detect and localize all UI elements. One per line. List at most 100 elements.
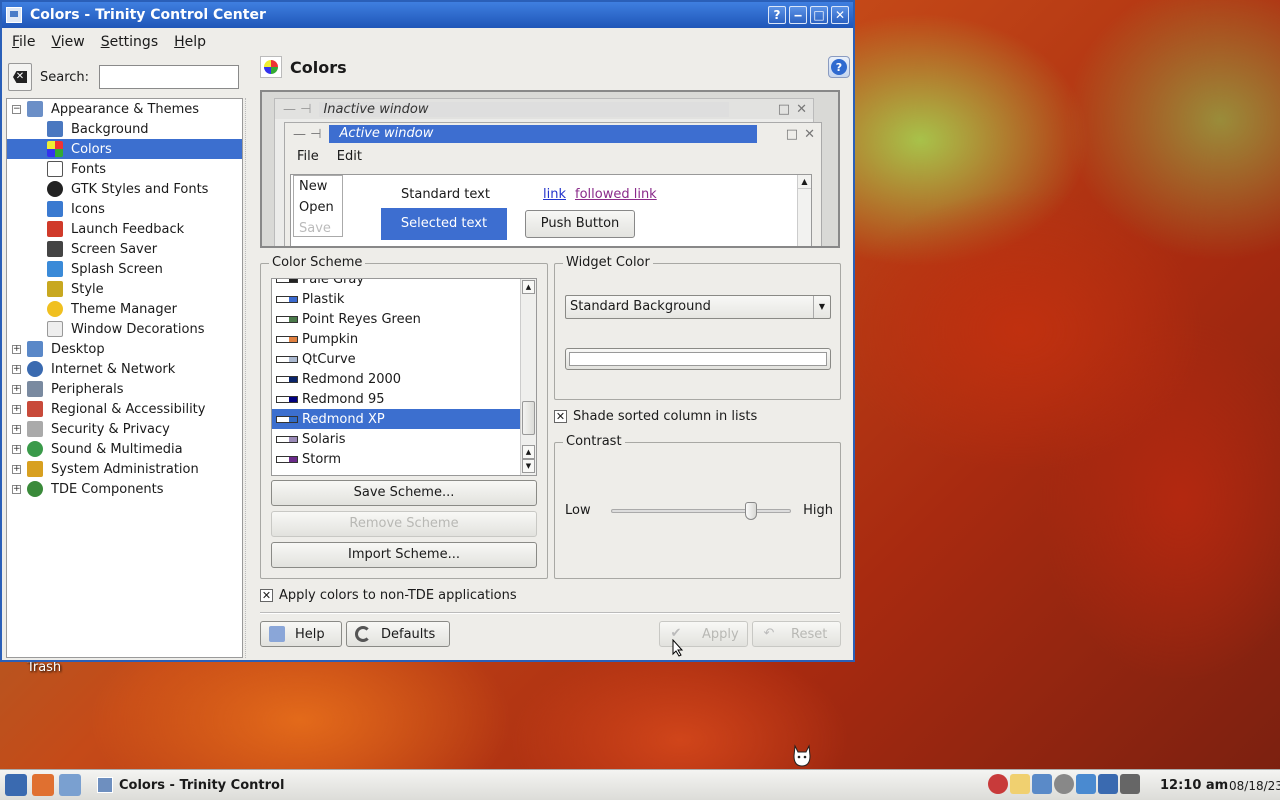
tree-item-regional-accessibility[interactable]: + Regional & Accessibility [7, 399, 242, 419]
search-input[interactable] [99, 65, 240, 89]
color-scheme-list[interactable]: Pale Gray Plastik Point Reyes Green Pump… [271, 278, 537, 476]
preview-followed-link[interactable]: followed link [575, 187, 657, 202]
scheme-item-solaris[interactable]: Solaris [272, 429, 536, 449]
user-icon[interactable] [1076, 774, 1096, 794]
active-titlebar[interactable]: — ⊣ Active window □ ✕ [285, 123, 821, 145]
scheme-item-redmond-95[interactable]: Redmond 95 [272, 389, 536, 409]
preview-selected-text[interactable]: Selected text [381, 208, 507, 240]
preview-menu-file[interactable]: File [297, 149, 319, 164]
monitor-icon[interactable] [1032, 774, 1052, 794]
expand-icon[interactable]: + [12, 404, 21, 414]
tree-item-screen-saver[interactable]: Screen Saver [7, 239, 242, 259]
module-help-button[interactable]: ? [828, 56, 850, 78]
slider-thumb[interactable] [744, 501, 757, 520]
scheme-item-qtcurve[interactable]: QtCurve [272, 349, 536, 369]
trinity-menu-icon[interactable] [5, 774, 27, 796]
tree-item-sound-multimedia[interactable]: + Sound & Multimedia [7, 439, 242, 459]
show-desktop-icon[interactable] [59, 774, 81, 796]
expand-icon[interactable]: + [12, 384, 21, 394]
tree-item-tde-components[interactable]: + TDE Components [7, 479, 242, 499]
menu-view[interactable]: View [51, 34, 84, 50]
tree-item-style[interactable]: Style [7, 279, 242, 299]
clear-search-button[interactable]: ✕ [8, 63, 32, 91]
tree-item-theme-manager[interactable]: Theme Manager [7, 299, 242, 319]
cat-icon[interactable] [790, 742, 814, 768]
tree-item-fonts[interactable]: Fonts [7, 159, 242, 179]
scheme-item-pumpkin[interactable]: Pumpkin [272, 329, 536, 349]
expand-icon[interactable]: + [12, 444, 21, 454]
tree-item-background[interactable]: Background [7, 119, 242, 139]
tree-item-icons[interactable]: Icons [7, 199, 242, 219]
remove-scheme-button[interactable]: Remove Scheme [271, 511, 537, 537]
preview-link[interactable]: link [543, 187, 566, 202]
tree-item-gtk-styles[interactable]: GTK Styles and Fonts [7, 179, 242, 199]
scheme-item-pale-gray[interactable]: Pale Gray [272, 279, 536, 289]
color-preview[interactable]: — ⊣ Inactive window □ ✕ — ⊣ Active window… [260, 90, 840, 248]
preview-menu-edit[interactable]: Edit [337, 149, 362, 164]
scroll-up-icon[interactable]: ▲ [522, 280, 535, 294]
trash-desktop-label[interactable]: Trash [14, 660, 74, 675]
clock-date[interactable]: 08/18/23 [1229, 779, 1280, 793]
network-disconnected-icon[interactable] [988, 774, 1008, 794]
tree-item-launch-feedback[interactable]: Launch Feedback [7, 219, 242, 239]
clock-time[interactable]: 12:10 am [1160, 778, 1228, 793]
scheme-item-redmond-2000[interactable]: Redmond 2000 [272, 369, 536, 389]
tree-item-system-administration[interactable]: + System Administration [7, 459, 242, 479]
scroll-down-icon[interactable]: ▼ [522, 459, 535, 473]
title-bar[interactable]: Colors - Trinity Control Center ? ‒ □ ✕ [2, 2, 853, 28]
update-icon[interactable] [1054, 774, 1074, 794]
scheme-item-storm[interactable]: Storm [272, 449, 536, 469]
context-help-button[interactable]: ? [768, 6, 786, 24]
scheme-item-point-reyes-green[interactable]: Point Reyes Green [272, 309, 536, 329]
menu-help[interactable]: Help [174, 34, 206, 50]
preview-menu-item-open[interactable]: Open [299, 197, 342, 218]
home-icon[interactable] [32, 774, 54, 796]
tree-item-colors[interactable]: Colors [7, 139, 242, 159]
tree-item-peripherals[interactable]: + Peripherals [7, 379, 242, 399]
klipper-icon[interactable] [1010, 774, 1030, 794]
tree-item-appearance-themes[interactable]: − Appearance & Themes [7, 99, 242, 119]
display-icon[interactable] [1098, 774, 1118, 794]
contrast-slider[interactable] [610, 501, 792, 520]
scheme-item-redmond-xp[interactable]: Redmond XP [272, 409, 536, 429]
printer-icon[interactable] [1120, 774, 1140, 794]
widget-color-button[interactable] [565, 348, 831, 370]
menu-file[interactable]: File [12, 34, 35, 50]
minimize-button[interactable]: ‒ [789, 6, 807, 24]
reset-button[interactable]: ↶ Reset [752, 621, 841, 647]
widget-color-select[interactable]: Standard Background ▼ [565, 295, 831, 319]
tree-item-internet-network[interactable]: + Internet & Network [7, 359, 242, 379]
tree-item-security-privacy[interactable]: + Security & Privacy [7, 419, 242, 439]
preview-popup-menu[interactable]: New Open Save [293, 175, 343, 237]
import-scheme-button[interactable]: Import Scheme... [271, 542, 537, 568]
expand-icon[interactable]: + [12, 344, 21, 354]
preview-menu-item-save[interactable]: Save [299, 218, 342, 239]
tree-item-splash-screen[interactable]: Splash Screen [7, 259, 242, 279]
preview-body[interactable]: New Open Save Standard text link followe… [290, 174, 812, 246]
menu-settings[interactable]: Settings [101, 34, 158, 50]
taskbar-window-colors[interactable]: Colors - Trinity Control [97, 772, 297, 798]
collapse-icon[interactable]: − [12, 104, 21, 114]
close-button[interactable]: ✕ [831, 6, 849, 24]
expand-icon[interactable]: + [12, 484, 21, 494]
apply-non-tde-checkbox[interactable]: ✕ Apply colors to non-TDE applications [260, 588, 517, 603]
scheme-list-scrollbar[interactable]: ▲ ▲ ▼ [520, 279, 536, 475]
shade-sorted-checkbox[interactable]: ✕ Shade sorted column in lists [554, 409, 757, 424]
panel-splitter[interactable] [245, 98, 247, 658]
save-scheme-button[interactable]: Save Scheme... [271, 480, 537, 506]
tree-item-window-decorations[interactable]: Window Decorations [7, 319, 242, 339]
maximize-button[interactable]: □ [810, 6, 828, 24]
scroll-up-icon[interactable]: ▲ [522, 445, 535, 459]
expand-icon[interactable]: + [12, 364, 21, 374]
preview-scrollbar[interactable]: ▲ [797, 175, 811, 246]
inactive-titlebar[interactable]: — ⊣ Inactive window □ ✕ [275, 99, 813, 119]
preview-push-button[interactable]: Push Button [525, 210, 635, 238]
expand-icon[interactable]: + [12, 424, 21, 434]
checkbox-checked-icon[interactable]: ✕ [554, 410, 567, 423]
scheme-item-plastik[interactable]: Plastik [272, 289, 536, 309]
checkbox-checked-icon[interactable]: ✕ [260, 589, 273, 602]
help-button[interactable]: Help [260, 621, 342, 647]
preview-standard-text[interactable]: Standard text [401, 187, 490, 202]
expand-icon[interactable]: + [12, 464, 21, 474]
tree-item-desktop[interactable]: + Desktop [7, 339, 242, 359]
